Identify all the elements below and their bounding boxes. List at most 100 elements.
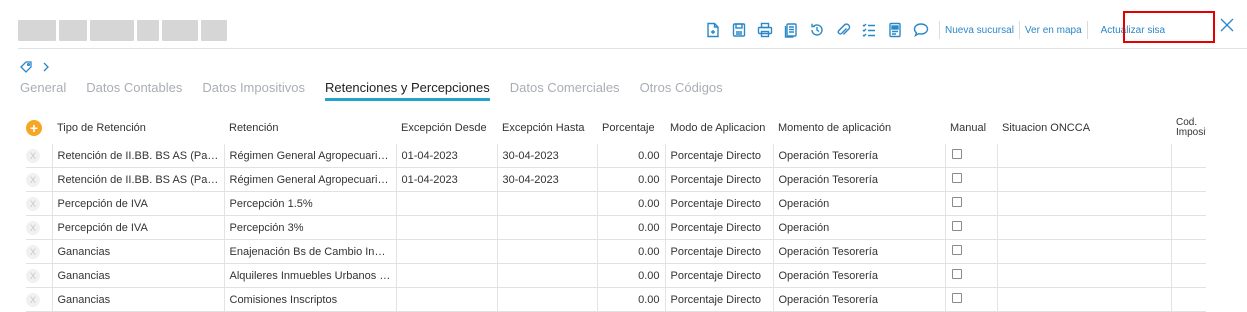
delete-row-button[interactable]: X — [26, 220, 40, 235]
ver-en-mapa-link[interactable]: Ver en mapa — [1025, 25, 1082, 36]
situacion-oncca-cell[interactable] — [996, 263, 1171, 288]
retencion-cell[interactable]: Percepción 1.5% — [223, 191, 396, 216]
momento-aplicacion-cell[interactable]: Operación Tesorería — [772, 287, 945, 312]
table-row[interactable]: X Ganancias Alquileres Inmuebles Urbanos I… — [26, 263, 1206, 288]
excepcion-desde-cell[interactable] — [395, 239, 497, 264]
manual-checkbox[interactable] — [951, 149, 962, 159]
modo-aplicacion-cell[interactable]: Porcentaje Directo — [664, 239, 773, 264]
tab-datos-contables[interactable]: Datos Contables — [86, 80, 182, 101]
manual-checkbox[interactable] — [951, 269, 962, 279]
manual-checkbox[interactable] — [951, 293, 962, 303]
modo-aplicacion-cell[interactable]: Porcentaje Directo — [664, 144, 773, 168]
retencion-cell[interactable]: Comisiones Inscriptos — [223, 287, 396, 312]
delete-row-button[interactable]: X — [26, 148, 40, 163]
column-header[interactable]: Tipo de Retención — [52, 112, 224, 144]
table-row[interactable]: X Percepción de IVA Percepción 1.5% 0.00 Por… — [26, 191, 1206, 216]
modo-aplicacion-cell[interactable]: Porcentaje Directo — [664, 167, 773, 192]
manual-checkbox[interactable] — [951, 245, 962, 255]
delete-row-button[interactable]: X — [26, 172, 40, 187]
cod-imposit-cell[interactable] — [1170, 263, 1206, 288]
table-row[interactable]: X Ganancias Comisiones Inscriptos 0.00 Porce… — [26, 287, 1206, 312]
momento-aplicacion-cell[interactable]: Operación Tesorería — [772, 167, 945, 192]
excepcion-desde-cell[interactable] — [395, 263, 497, 288]
porcentaje-cell[interactable]: 0.00 — [596, 215, 665, 240]
table-row[interactable]: X Retención de II.BB. BS AS (Padrón) Régim… — [26, 144, 1206, 168]
table-row[interactable]: X Ganancias Enajenación Bs de Cambio Inscr… — [26, 239, 1206, 264]
comment-icon[interactable] — [908, 17, 934, 43]
copy-icon[interactable] — [778, 17, 804, 43]
tipo-retencion-cell[interactable]: Percepción de IVA — [51, 215, 224, 240]
attachment-icon[interactable] — [830, 17, 856, 43]
excepcion-desde-cell[interactable] — [395, 215, 497, 240]
column-header[interactable]: Excepción Hasta — [497, 112, 597, 144]
retencion-cell[interactable]: Alquileres Inmuebles Urbanos Inscriptos — [223, 263, 396, 288]
excepcion-desde-cell[interactable] — [395, 287, 497, 312]
column-header[interactable]: Momento de aplicación — [773, 112, 945, 144]
cod-imposit-cell[interactable] — [1170, 239, 1206, 264]
retencion-cell[interactable]: Percepción 3% — [223, 215, 396, 240]
delete-row-button[interactable]: X — [26, 292, 40, 307]
momento-aplicacion-cell[interactable]: Operación Tesorería — [772, 263, 945, 288]
notes-icon[interactable] — [882, 17, 908, 43]
tipo-retencion-cell[interactable]: Ganancias — [51, 287, 224, 312]
excepcion-hasta-cell[interactable] — [496, 239, 597, 264]
cod-imposit-cell[interactable] — [1170, 287, 1206, 312]
table-row[interactable]: X Retención de II.BB. BS AS (Padrón) Régim… — [26, 167, 1206, 192]
column-header[interactable]: Retención — [224, 112, 396, 144]
tab-general[interactable]: General — [20, 80, 66, 101]
excepcion-desde-cell[interactable]: 01-04-2023 — [395, 167, 497, 192]
excepcion-hasta-cell[interactable] — [496, 215, 597, 240]
excepcion-hasta-cell[interactable] — [496, 191, 597, 216]
tipo-retencion-cell[interactable]: Retención de II.BB. BS AS (Padrón) — [51, 144, 224, 168]
delete-row-button[interactable]: X — [26, 268, 40, 283]
tab-datos-comerciales[interactable]: Datos Comerciales — [510, 80, 620, 101]
porcentaje-cell[interactable]: 0.00 — [596, 263, 665, 288]
situacion-oncca-cell[interactable] — [996, 239, 1171, 264]
excepcion-desde-cell[interactable]: 01-04-2023 — [395, 144, 497, 168]
modo-aplicacion-cell[interactable]: Porcentaje Directo — [664, 215, 773, 240]
momento-aplicacion-cell[interactable]: Operación Tesorería — [772, 239, 945, 264]
porcentaje-cell[interactable]: 0.00 — [596, 191, 665, 216]
print-icon[interactable] — [752, 17, 778, 43]
tab-datos-impositivos[interactable]: Datos Impositivos — [202, 80, 305, 101]
column-header[interactable]: Porcentaje — [597, 112, 665, 144]
retencion-cell[interactable]: Enajenación Bs de Cambio Inscriptos — [223, 239, 396, 264]
save-icon[interactable] — [726, 17, 752, 43]
excepcion-desde-cell[interactable] — [395, 191, 497, 216]
momento-aplicacion-cell[interactable]: Operación — [772, 191, 945, 216]
tag-icon[interactable] — [20, 61, 32, 73]
momento-aplicacion-cell[interactable]: Operación Tesorería — [772, 144, 945, 168]
close-icon[interactable] — [1219, 17, 1237, 35]
cod-imposit-cell[interactable] — [1170, 191, 1206, 216]
history-icon[interactable] — [804, 17, 830, 43]
chevron-right-icon[interactable] — [40, 61, 52, 73]
table-row[interactable]: X Percepción de IVA Percepción 3% 0.00 Porce… — [26, 215, 1206, 240]
new-document-icon[interactable] — [700, 17, 726, 43]
manual-checkbox[interactable] — [951, 173, 962, 183]
excepcion-hasta-cell[interactable] — [496, 263, 597, 288]
porcentaje-cell[interactable]: 0.00 — [596, 144, 665, 168]
cod-imposit-cell[interactable] — [1170, 167, 1206, 192]
tipo-retencion-cell[interactable]: Percepción de IVA — [51, 191, 224, 216]
situacion-oncca-cell[interactable] — [996, 191, 1171, 216]
modo-aplicacion-cell[interactable]: Porcentaje Directo — [664, 263, 773, 288]
momento-aplicacion-cell[interactable]: Operación — [772, 215, 945, 240]
column-header[interactable]: Modo de Aplicacion — [665, 112, 773, 144]
situacion-oncca-cell[interactable] — [996, 144, 1171, 168]
delete-row-button[interactable]: X — [26, 244, 40, 259]
nueva-sucursal-link[interactable]: Nueva sucursal — [945, 25, 1014, 36]
tipo-retencion-cell[interactable]: Ganancias — [51, 263, 224, 288]
situacion-oncca-cell[interactable] — [996, 287, 1171, 312]
column-header[interactable]: Excepción Desde — [396, 112, 497, 144]
modo-aplicacion-cell[interactable]: Porcentaje Directo — [664, 191, 773, 216]
excepcion-hasta-cell[interactable]: 30-04-2023 — [496, 144, 597, 168]
excepcion-hasta-cell[interactable] — [496, 287, 597, 312]
porcentaje-cell[interactable]: 0.00 — [596, 287, 665, 312]
tipo-retencion-cell[interactable]: Ganancias — [51, 239, 224, 264]
retencion-cell[interactable]: Régimen General Agropecuario Inscriptos — [223, 144, 396, 168]
retencion-cell[interactable]: Régimen General Agropecuario Inscriptos — [223, 167, 396, 192]
delete-row-button[interactable]: X — [26, 196, 40, 211]
situacion-oncca-cell[interactable] — [996, 167, 1171, 192]
manual-checkbox[interactable] — [951, 197, 962, 207]
porcentaje-cell[interactable]: 0.00 — [596, 167, 665, 192]
